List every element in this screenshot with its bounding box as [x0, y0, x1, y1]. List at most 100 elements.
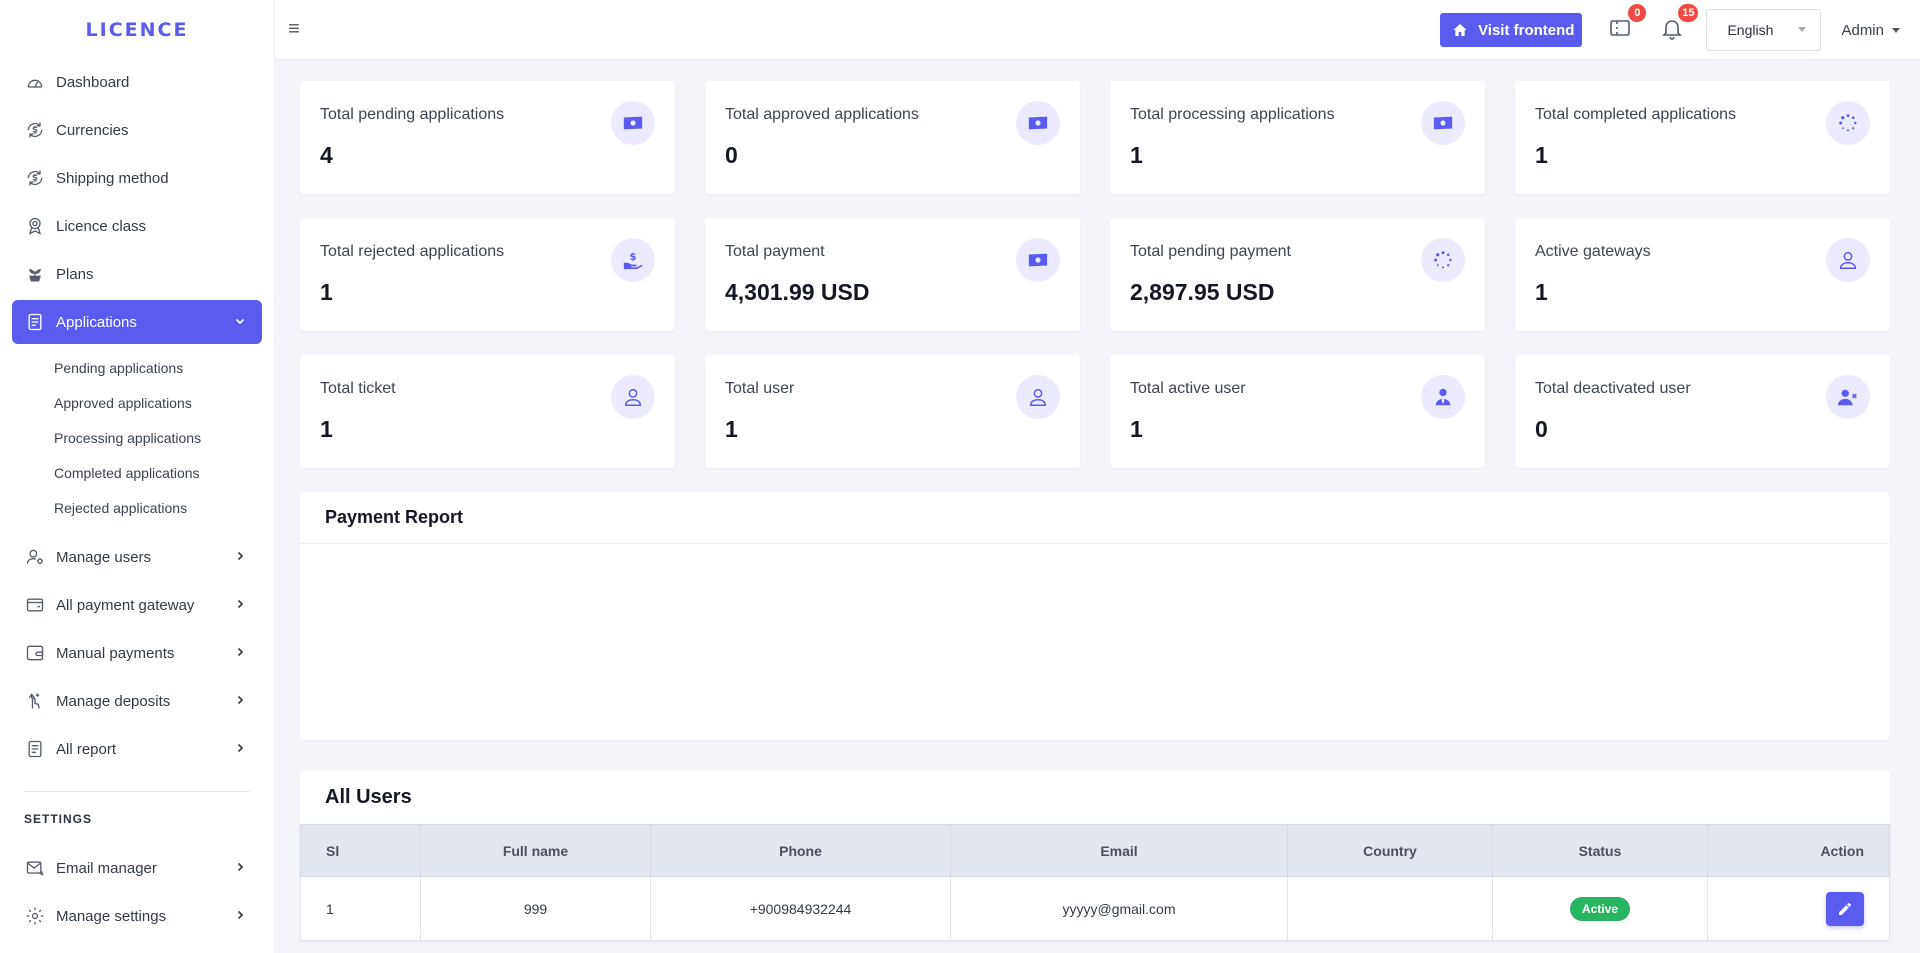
stat-value: 1 — [1535, 142, 1548, 168]
status-badge: Active — [1569, 896, 1631, 921]
sidebar-item-currencies[interactable]: Currencies — [12, 108, 262, 152]
sidebar-subitem-completed-applications[interactable]: Completed applications — [54, 455, 262, 490]
stat-value: 1 — [320, 279, 333, 305]
sidebar-subitem-rejected-applications[interactable]: Rejected applications — [54, 490, 262, 525]
sidebar-item-label: Applications — [56, 313, 137, 331]
home-icon — [1452, 22, 1468, 38]
stat-label: Total ticket — [320, 380, 396, 397]
stat-value: 1 — [1130, 416, 1143, 442]
language-select[interactable]: English — [1706, 9, 1822, 51]
cell-status: Active — [1492, 876, 1708, 941]
sidebar-subitem-processing-applications[interactable]: Processing applications — [54, 420, 262, 455]
sidebar-item-label: Manage users — [56, 548, 152, 566]
chevron-right-icon — [234, 549, 246, 565]
user-icon — [611, 375, 655, 419]
cell-email: yyyyy@gmail.com — [950, 876, 1288, 941]
chevron-right-icon — [234, 597, 246, 613]
sidebar-item-manage-settings[interactable]: Manage settings — [12, 894, 262, 938]
stat-cards: Total pending applications 4 Total appro… — [300, 81, 1890, 468]
sidebar-item-plans[interactable]: Plans — [12, 252, 262, 296]
ticket-count-badge: 0 — [1628, 4, 1647, 22]
stat-label: Total user — [725, 380, 795, 397]
sidebar-item-manage-users[interactable]: Manage users — [12, 535, 262, 579]
table-header-row: Sl Full name Phone Email Country Status … — [300, 824, 1890, 877]
sidebar-item-label: All payment gateway — [56, 596, 195, 614]
stat-card-deactivated-user: Total deactivated user 0 — [1515, 355, 1890, 468]
sidebar-divider — [24, 791, 250, 792]
admin-menu[interactable]: Admin — [1841, 22, 1900, 39]
visit-frontend-button[interactable]: Visit frontend — [1440, 13, 1583, 47]
deposit-icon — [24, 690, 46, 712]
main-content: Total pending applications 4 Total appro… — [300, 81, 1890, 941]
stat-value: 1 — [1130, 142, 1143, 168]
applications-submenu: Pending applications Approved applicatio… — [12, 348, 262, 535]
stat-value: 0 — [1535, 416, 1548, 442]
sidebar-item-applications[interactable]: Applications — [12, 300, 262, 344]
stat-card-total-ticket: Total ticket 1 — [300, 355, 675, 468]
brand-logo[interactable]: LICENCE — [0, 0, 274, 60]
ticket-button[interactable]: 0 — [1606, 4, 1647, 44]
stat-card-pending-payment: Total pending payment 2,897.95 USD — [1110, 218, 1485, 331]
stat-label: Total payment — [725, 243, 825, 260]
stat-label: Active gateways — [1535, 243, 1651, 260]
report-icon — [24, 738, 46, 760]
sidebar-subitem-approved-applications[interactable]: Approved applications — [54, 385, 262, 420]
pencil-icon — [1837, 901, 1853, 917]
sidebar-subitem-pending-applications[interactable]: Pending applications — [54, 350, 262, 385]
stat-label: Total active user — [1130, 380, 1246, 397]
stat-card-approved-applications: Total approved applications 0 — [705, 81, 1080, 194]
plant-icon — [24, 263, 46, 285]
notifications-button[interactable]: 15 — [1658, 4, 1699, 44]
sidebar-item-shipping-method[interactable]: Shipping method — [12, 156, 262, 200]
cell-country — [1287, 876, 1493, 941]
column-header-status: Status — [1492, 824, 1708, 877]
sidebar-item-label: Manage deposits — [56, 692, 171, 710]
stat-label: Total rejected applications — [320, 243, 505, 260]
users-table: Sl Full name Phone Email Country Status … — [300, 824, 1890, 941]
stat-card-total-payment: Total payment 4,301.99 USD — [705, 218, 1080, 331]
edit-user-button[interactable] — [1826, 891, 1864, 926]
stat-card-processing-applications: Total processing applications 1 — [1110, 81, 1485, 194]
sidebar-item-label: Licence class — [56, 217, 147, 235]
sidebar-item-dashboard[interactable]: Dashboard — [12, 60, 262, 104]
money-icon — [1016, 238, 1060, 282]
wallet-icon — [24, 594, 46, 616]
menu-toggle-icon[interactable]: ≡ — [283, 18, 305, 40]
chevron-right-icon — [234, 908, 246, 924]
shipping-icon — [24, 167, 46, 189]
stat-label: Total approved applications — [725, 106, 919, 123]
language-value: English — [1727, 22, 1774, 38]
cell-phone: +900984932244 — [650, 876, 951, 941]
sidebar-item-label: Dashboard — [56, 73, 130, 91]
column-header-full-name: Full name — [420, 824, 651, 877]
stat-value: 4 — [320, 142, 333, 168]
stat-card-rejected-applications: Total rejected applications 1 $ — [300, 218, 675, 331]
stat-value: 1 — [1535, 279, 1548, 305]
visit-frontend-label: Visit frontend — [1478, 21, 1575, 39]
caret-down-icon — [1798, 27, 1807, 32]
stat-label: Total pending applications — [320, 106, 505, 123]
cell-sl: 1 — [300, 876, 421, 941]
award-icon — [24, 215, 46, 237]
sidebar-item-licence-class[interactable]: Licence class — [12, 204, 262, 248]
sidebar-item-label: All report — [56, 740, 117, 758]
sidebar-item-manage-deposits[interactable]: Manage deposits — [12, 679, 262, 723]
settings-icon — [24, 905, 46, 927]
column-header-action: Action — [1707, 824, 1890, 877]
sidebar: LICENCE Dashboard Currencies Shipping me… — [0, 0, 275, 953]
sidebar-item-all-report[interactable]: All report — [12, 727, 262, 771]
cell-full-name: 999 — [420, 876, 651, 941]
sidebar-item-label: Manage settings — [56, 907, 167, 925]
column-header-country: Country — [1287, 824, 1493, 877]
column-header-phone: Phone — [650, 824, 951, 877]
sidebar-item-email-manager[interactable]: Email manager — [12, 846, 262, 890]
document-icon — [24, 311, 46, 333]
chevron-right-icon — [234, 741, 246, 757]
table-row: 1 999 +900984932244 yyyyy@gmail.com Acti… — [300, 876, 1890, 941]
sidebar-item-manual-payments[interactable]: Manual payments — [12, 631, 262, 675]
money-icon — [1016, 101, 1060, 145]
sidebar-item-all-payment-gateway[interactable]: All payment gateway — [12, 583, 262, 627]
stat-card-total-user: Total user 1 — [705, 355, 1080, 468]
stat-label: Total processing applications — [1130, 106, 1335, 123]
money-icon — [611, 101, 655, 145]
